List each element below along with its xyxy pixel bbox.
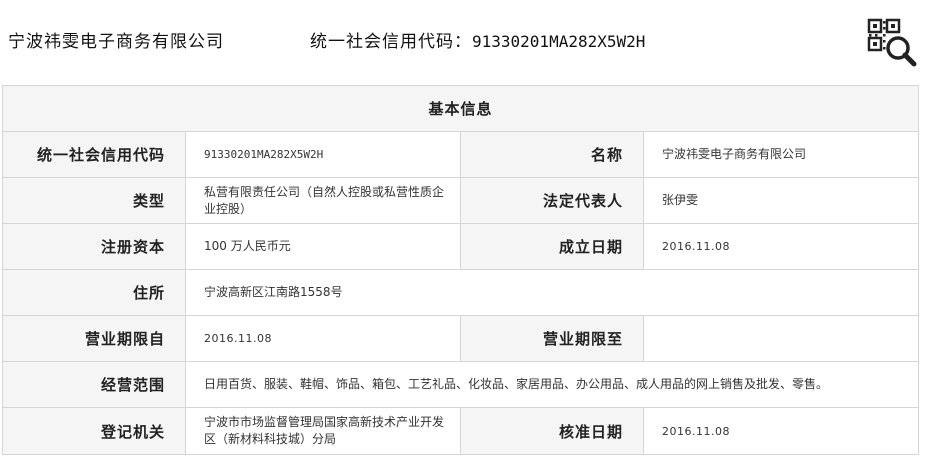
field-value-authority: 宁波市市场监督管理局国家高新技术产业开发区（新材料科技城）分局 — [185, 407, 461, 455]
field-value-term-to — [642, 315, 920, 362]
field-label-credit-code: 统一社会信用代码 — [2, 131, 186, 178]
table-row: 经营范围 日用百货、服装、鞋帽、饰品、箱包、工艺礼品、化妆品、家居用品、办公用品… — [2, 361, 920, 408]
field-value-address: 宁波高新区江南路1558号 — [184, 269, 920, 316]
field-value-name: 宁波祎雯电子商务有限公司 — [642, 131, 920, 178]
table-row: 注册资本 100 万人民币元 成立日期 2016.11.08 — [2, 223, 920, 270]
field-label-name: 名称 — [460, 131, 644, 178]
table-title-row: 基本信息 — [1, 85, 920, 132]
company-name: 宁波祎雯电子商务有限公司 — [8, 32, 224, 52]
field-value-capital: 100 万人民币元 — [185, 223, 461, 270]
field-value-legal-rep: 张伊雯 — [642, 177, 920, 224]
field-value-scope: 日用百货、服装、鞋帽、饰品、箱包、工艺礼品、化妆品、家居用品、办公用品、成人用品… — [184, 361, 920, 408]
field-label-address: 住所 — [2, 269, 186, 316]
field-value-type: 私营有限责任公司（自然人控股或私营性质企业控股） — [185, 177, 461, 224]
field-label-established: 成立日期 — [460, 223, 644, 270]
field-label-authority: 登记机关 — [2, 407, 186, 455]
table-title: 基本信息 — [1, 85, 920, 132]
field-value-approval-date: 2016.11.08 — [642, 407, 920, 455]
field-label-approval-date: 核准日期 — [460, 407, 644, 455]
table-row: 类型 私营有限责任公司（自然人控股或私营性质企业控股） 法定代表人 张伊雯 — [2, 177, 920, 224]
credit-code-value: 91330201MA282X5W2H — [472, 32, 646, 51]
page-header: 宁波祎雯电子商务有限公司 统一社会信用代码：91330201MA282X5W2H — [0, 0, 927, 80]
field-label-capital: 注册资本 — [2, 223, 186, 270]
field-label-scope: 经营范围 — [2, 361, 186, 408]
field-label-term-from: 营业期限自 — [2, 315, 186, 362]
field-value-credit-code: 91330201MA282X5W2H — [185, 131, 461, 178]
table-row: 住所 宁波高新区江南路1558号 — [2, 269, 920, 316]
credit-code-line: 统一社会信用代码：91330201MA282X5W2H — [310, 27, 645, 52]
field-value-established: 2016.11.08 — [642, 223, 920, 270]
field-value-term-from: 2016.11.08 — [185, 315, 461, 362]
field-label-term-to: 营业期限至 — [460, 315, 644, 362]
credit-code-label: 统一社会信用代码： — [310, 32, 472, 52]
table-row: 统一社会信用代码 91330201MA282X5W2H 名称 宁波祎雯电子商务有… — [2, 131, 920, 178]
field-label-legal-rep: 法定代表人 — [460, 177, 644, 224]
qr-search-icon[interactable] — [866, 18, 918, 68]
table-row: 登记机关 宁波市市场监督管理局国家高新技术产业开发区（新材料科技城）分局 核准日… — [2, 407, 920, 455]
field-label-type: 类型 — [2, 177, 186, 224]
table-row: 营业期限自 2016.11.08 营业期限至 — [2, 315, 920, 362]
basic-info-table: 基本信息 统一社会信用代码 91330201MA282X5W2H 名称 宁波祎雯… — [1, 85, 920, 455]
